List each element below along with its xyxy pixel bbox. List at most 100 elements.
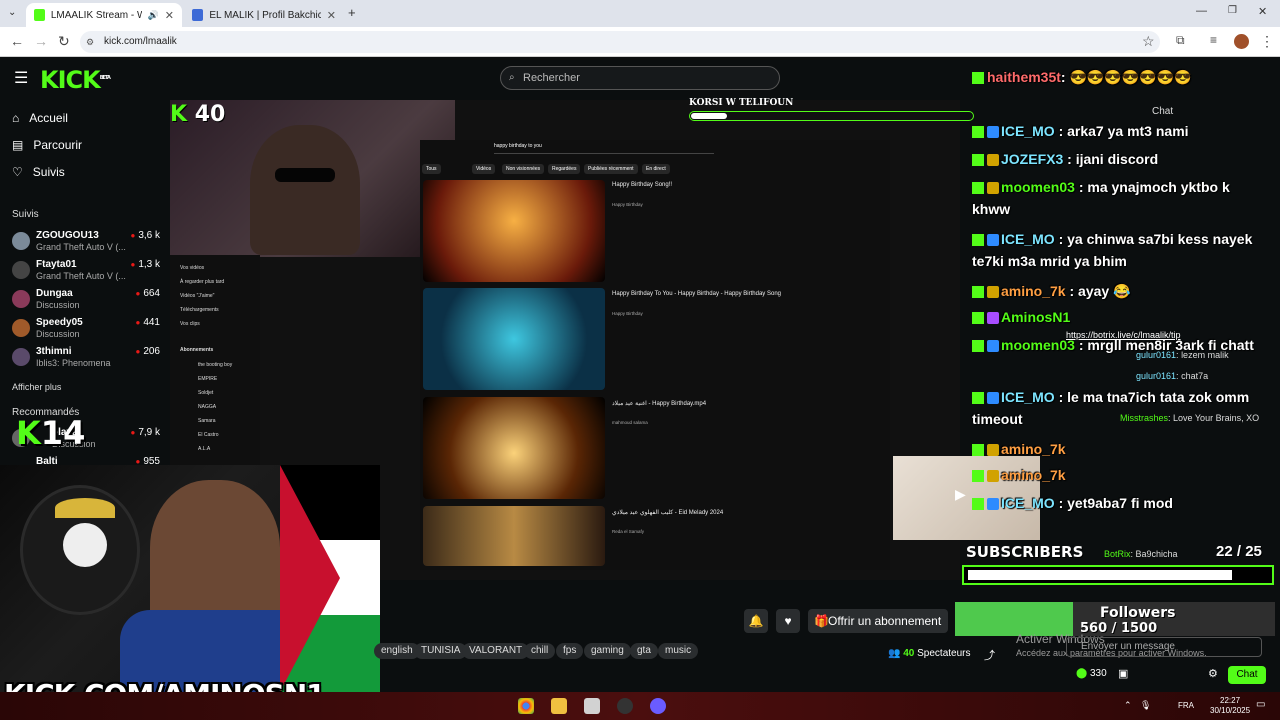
points-value: 330 (1089, 668, 1107, 679)
channel-points[interactable]: ⬤ 330 (1076, 668, 1107, 679)
kick-badge-icon (972, 392, 984, 405)
heart-icon: ♥ (784, 614, 792, 628)
share-icon[interactable]: ⤴ (984, 647, 995, 663)
minimize-icon[interactable]: — (1196, 5, 1207, 17)
channel-item[interactable]: Ftayta01 Grand Theft Auto V (... 1,3 k (12, 259, 160, 287)
crown-badge-icon (987, 154, 999, 167)
extensions-icon[interactable]: ⧉ (1176, 33, 1185, 48)
system-clock[interactable]: 22:27 30/10/2025 (1210, 696, 1250, 716)
channel-name: Dungaa (36, 288, 73, 299)
new-tab-icon[interactable]: + (348, 5, 356, 20)
follow-heart-button[interactable]: ♥ (776, 609, 800, 633)
app-taskbar-icon[interactable] (584, 698, 600, 714)
chat-message-input[interactable]: Envoyer un message (1066, 637, 1262, 657)
gift-subscription-button[interactable]: 🎁 Offrir un abonnement (808, 609, 948, 633)
straw-hat-shape (55, 498, 115, 518)
close-tab-icon[interactable]: ✕ (327, 9, 336, 22)
yt-sub-item: the booting boy (198, 362, 233, 368)
language-indicator[interactable]: FRA (1178, 701, 1194, 710)
channel-viewers: 664 (135, 288, 160, 299)
tab-elmalik[interactable]: EL MALIK | Profil Bakchich | Ba ✕ (184, 3, 344, 27)
notification-icon[interactable]: ▭ (1256, 699, 1265, 710)
obs-taskbar-icon[interactable] (617, 698, 633, 714)
tab-list-icon[interactable]: ⌄ (8, 7, 16, 18)
chat-settings-icon[interactable]: ⚙ (1208, 667, 1218, 680)
yt-nav-item: À regarder plus tard (180, 279, 225, 285)
crown-badge-icon (987, 444, 999, 457)
nav-home[interactable]: ⌂ Accueil (12, 111, 68, 125)
bookmark-star-icon[interactable]: ☆ (1142, 33, 1155, 50)
nav-following[interactable]: ♡ Suivis (12, 165, 65, 179)
kick-logo[interactable]: KICKBETA (40, 66, 111, 94)
channel-game: Grand Theft Auto V (... (36, 242, 126, 252)
k-letter: K (16, 414, 41, 452)
subscribers-count: 22 / 25 (1216, 543, 1262, 560)
sub-badge-icon (987, 392, 999, 405)
nav-browse[interactable]: ▤ Parcourir (12, 138, 82, 152)
chat-user: ICE_MO (1001, 123, 1055, 139)
back-icon[interactable]: ← (10, 33, 24, 49)
donation-link[interactable]: https://botrix.live/c/lmaalik/tip (1066, 330, 1181, 340)
channel-item[interactable]: Dungaa Discussion 664 (12, 288, 160, 316)
profile-avatar[interactable] (1234, 34, 1249, 49)
stream-tag[interactable]: music (658, 643, 699, 659)
nav-home-label: Accueil (29, 111, 68, 125)
channel-viewers: 3,6 k (130, 230, 160, 241)
video-thumbnail (423, 506, 605, 566)
tab-lmaalik[interactable]: LMAALIK Stream - Watch L 🔊 ✕ (26, 3, 182, 27)
restore-icon[interactable]: ❐ (1228, 5, 1237, 16)
chat-user: Misstrashes (1120, 413, 1169, 423)
chat-input-placeholder: Envoyer un message (1081, 641, 1175, 652)
stream-tag[interactable]: chill (524, 643, 556, 659)
avatar (12, 290, 30, 308)
close-window-icon[interactable]: ✕ (1258, 5, 1267, 18)
clock-date: 30/10/2025 (1210, 706, 1251, 715)
stream-tag[interactable]: gta (630, 643, 658, 659)
tray-chevron-icon[interactable]: ⌃ (1124, 700, 1132, 711)
chat-user: gulur0161 (1136, 371, 1177, 381)
search-input[interactable]: ⌕ Rechercher (500, 66, 780, 90)
avatar (12, 348, 30, 366)
chrome-taskbar-icon[interactable] (518, 698, 534, 714)
chat-text: : ijani discord (1067, 151, 1159, 167)
explorer-taskbar-icon[interactable] (551, 698, 567, 714)
chat-gift-icon[interactable]: ▣ (1118, 667, 1128, 680)
close-tab-icon[interactable]: ✕ (165, 9, 174, 22)
hamburger-menu-icon[interactable]: ☰ (14, 68, 28, 88)
chat-user: amino_7k (1001, 441, 1066, 457)
mic-tray-icon[interactable]: 🎙 (1140, 700, 1151, 711)
stream-tag[interactable]: VALORANT (462, 643, 530, 659)
chat-message: gulur0161: lezem malik (1136, 350, 1229, 360)
url-field[interactable]: ⚙ kick.com/lmaalik (80, 31, 1160, 53)
reload-icon[interactable]: ↻ (58, 33, 70, 50)
send-chat-button[interactable]: Chat (1228, 666, 1266, 684)
stream-tag[interactable]: TUNISIA (414, 643, 468, 659)
channel-item[interactable]: ZGOUGOU13 Grand Theft Auto V (... 3,6 k (12, 230, 160, 258)
playlist-icon[interactable]: ≡ (1210, 33, 1217, 47)
stream-tag[interactable]: english (374, 643, 420, 659)
channel-game: Grand Theft Auto V (... (36, 271, 126, 281)
notification-bell-button[interactable]: 🔔 (744, 609, 768, 633)
video-channel: Reda el Samafy (612, 529, 645, 534)
channel-item[interactable]: 3thimni Iblis3: Phenomena 206 (12, 346, 160, 374)
address-bar-row: ← → ↻ ⚙ kick.com/lmaalik ☆ ⧉ ≡ ⋮ (0, 27, 1280, 57)
site-favicon (192, 9, 204, 21)
video-title: Happy Birthday To You - Happy Birthday -… (612, 291, 781, 297)
k-letter: K (170, 102, 188, 127)
app2-taskbar-icon[interactable] (650, 698, 666, 714)
overlay-chat-message: ICE_MO : arka7 ya mt3 nami (972, 120, 1262, 142)
site-info-icon[interactable]: ⚙ (86, 31, 94, 53)
kick-badge-icon (972, 126, 984, 139)
forward-icon[interactable]: → (34, 33, 48, 49)
channel-item[interactable]: Speedy05 Discussion 441 (12, 317, 160, 345)
speaker-icon[interactable]: 🔊 (148, 10, 159, 21)
show-more-link[interactable]: Afficher plus (12, 382, 61, 392)
stream-tag[interactable]: fps (556, 643, 584, 659)
kick-badge-icon (972, 312, 984, 325)
followers-label: Followers (1100, 605, 1176, 621)
stream-banner-title: KORSI W TELIFOUN (689, 98, 794, 108)
gift-subscription-label: Offrir un abonnement (828, 614, 942, 628)
chat-text: : 😎😎😎😎😎😎😎 (1060, 69, 1192, 85)
menu-dots-icon[interactable]: ⋮ (1260, 33, 1274, 50)
stream-tag[interactable]: gaming (584, 643, 631, 659)
